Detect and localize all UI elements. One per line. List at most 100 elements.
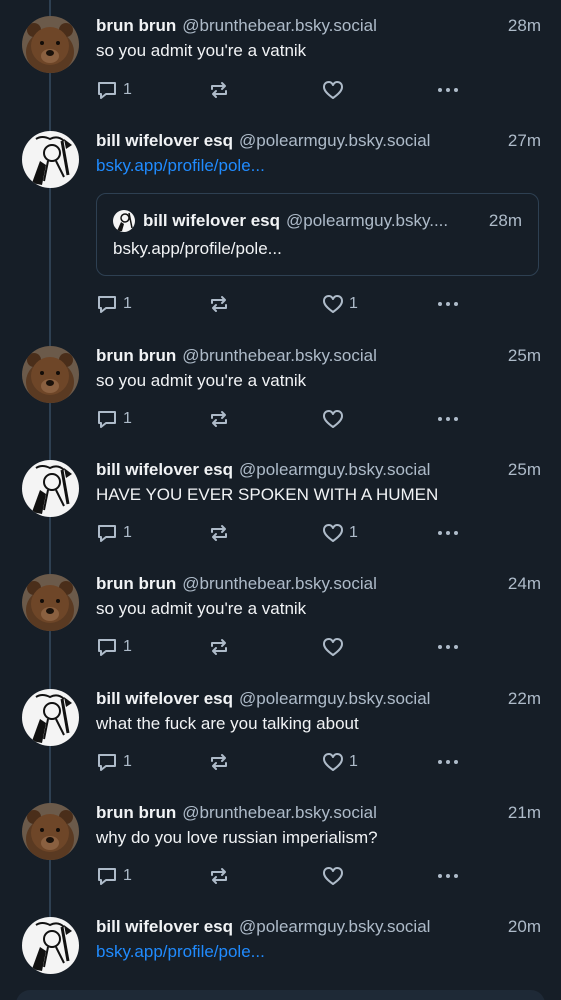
author-name[interactable]: bill wifelover esq [96, 689, 233, 709]
timestamp[interactable]: 21m [500, 803, 541, 823]
repost-icon [211, 82, 227, 98]
post-text: why do you love russian imperialism? [96, 828, 378, 847]
like-count: 1 [349, 524, 358, 541]
author-handle[interactable]: @brunthebear.bsky.social [182, 574, 377, 594]
post-actions: 1 [96, 78, 541, 102]
repost-icon [211, 411, 227, 427]
more-options-button[interactable] [436, 292, 460, 316]
reply-count: 1 [123, 638, 132, 655]
like-button[interactable] [322, 78, 344, 102]
more-options-button[interactable] [436, 635, 460, 659]
author-handle[interactable]: @polearmguy.bsky.social [239, 460, 430, 480]
author-name[interactable]: brun brun [96, 346, 176, 366]
quote-author-name: bill wifelover esq [143, 211, 280, 230]
ellipsis-icon [438, 874, 458, 878]
like-button[interactable] [322, 635, 344, 659]
author-handle[interactable]: @polearmguy.bsky.social [239, 689, 430, 709]
more-options-button[interactable] [436, 78, 460, 102]
heart-icon [323, 410, 343, 428]
post-link[interactable]: bsky.app/profile/pole... [96, 942, 265, 962]
author-handle[interactable]: @brunthebear.bsky.social [182, 16, 377, 36]
reply-composer[interactable] [16, 990, 545, 1000]
author-name[interactable]: brun brun [96, 574, 176, 594]
reply-icon [98, 639, 116, 656]
post-actions: 1 1 [96, 521, 541, 545]
reply-button[interactable]: 1 [96, 864, 132, 888]
repost-button[interactable] [208, 521, 230, 545]
quote-timestamp: 28m [488, 211, 522, 230]
reply-icon [98, 754, 116, 771]
author-handle[interactable]: @polearmguy.bsky.social [239, 917, 430, 937]
heart-icon [323, 524, 343, 542]
timestamp[interactable]: 27m [500, 131, 541, 151]
reply-icon [98, 296, 116, 313]
heart-icon [323, 638, 343, 656]
post-actions: 1 [96, 864, 541, 888]
quote-author-handle: @polearmguy.bsky.... [286, 211, 449, 230]
author-name[interactable]: bill wifelover esq [96, 917, 233, 937]
timestamp[interactable]: 25m [500, 346, 541, 366]
heart-icon [323, 295, 343, 313]
timestamp[interactable]: 22m [500, 689, 541, 709]
post-actions: 1 1 [96, 750, 541, 774]
ellipsis-icon [438, 760, 458, 764]
repost-button[interactable] [208, 78, 230, 102]
reply-button[interactable]: 1 [96, 750, 132, 774]
author-handle[interactable]: @polearmguy.bsky.social [239, 131, 430, 151]
reply-button[interactable]: 1 [96, 407, 132, 431]
author-handle[interactable]: @brunthebear.bsky.social [182, 803, 377, 823]
reply-count: 1 [123, 81, 132, 98]
ellipsis-icon [438, 531, 458, 535]
reply-button[interactable]: 1 [96, 521, 132, 545]
thread-feed: brun brun @brunthebear.bsky.social 28m s… [0, 0, 561, 1000]
reply-count: 1 [123, 867, 132, 884]
sketch-avatar[interactable] [22, 460, 79, 517]
ellipsis-icon [438, 302, 458, 306]
post-text: HAVE YOU EVER SPOKEN WITH A HUMEN [96, 485, 439, 504]
like-button[interactable]: 1 [322, 292, 358, 316]
more-options-button[interactable] [436, 521, 460, 545]
reply-button[interactable]: 1 [96, 78, 132, 102]
author-name[interactable]: bill wifelover esq [96, 460, 233, 480]
author-handle[interactable]: @brunthebear.bsky.social [182, 346, 377, 366]
author-name[interactable]: bill wifelover esq [96, 131, 233, 151]
bear-avatar[interactable] [22, 803, 79, 860]
reply-button[interactable]: 1 [96, 635, 132, 659]
more-options-button[interactable] [436, 864, 460, 888]
bear-avatar[interactable] [22, 16, 79, 73]
repost-button[interactable] [208, 292, 230, 316]
author-name[interactable]: brun brun [96, 16, 176, 36]
like-button[interactable]: 1 [322, 750, 358, 774]
reply-button[interactable]: 1 [96, 292, 132, 316]
timestamp[interactable]: 20m [500, 917, 541, 937]
sketch-avatar[interactable] [22, 131, 79, 188]
ellipsis-icon [438, 88, 458, 92]
repost-icon [211, 525, 227, 541]
bear-avatar[interactable] [22, 346, 79, 403]
timestamp[interactable]: 25m [500, 460, 541, 480]
more-options-button[interactable] [436, 407, 460, 431]
like-count: 1 [349, 753, 358, 770]
reply-count: 1 [123, 753, 132, 770]
like-button[interactable]: 1 [322, 521, 358, 545]
quoted-post[interactable]: bill wifelover esq @polearmguy.bsky.... … [96, 193, 539, 276]
repost-button[interactable] [208, 635, 230, 659]
repost-button[interactable] [208, 750, 230, 774]
repost-icon [211, 296, 227, 312]
post-link[interactable]: bsky.app/profile/pole... [96, 156, 265, 176]
ellipsis-icon [438, 417, 458, 421]
timestamp[interactable]: 28m [500, 16, 541, 36]
like-button[interactable] [322, 864, 344, 888]
bear-avatar[interactable] [22, 574, 79, 631]
sketch-avatar[interactable] [22, 917, 79, 974]
repost-button[interactable] [208, 864, 230, 888]
repost-button[interactable] [208, 407, 230, 431]
author-name[interactable]: brun brun [96, 803, 176, 823]
like-button[interactable] [322, 407, 344, 431]
more-options-button[interactable] [436, 750, 460, 774]
heart-icon [323, 81, 343, 99]
post-actions: 1 [96, 407, 541, 431]
timestamp[interactable]: 24m [500, 574, 541, 594]
reply-count: 1 [123, 410, 132, 427]
sketch-avatar[interactable] [22, 689, 79, 746]
